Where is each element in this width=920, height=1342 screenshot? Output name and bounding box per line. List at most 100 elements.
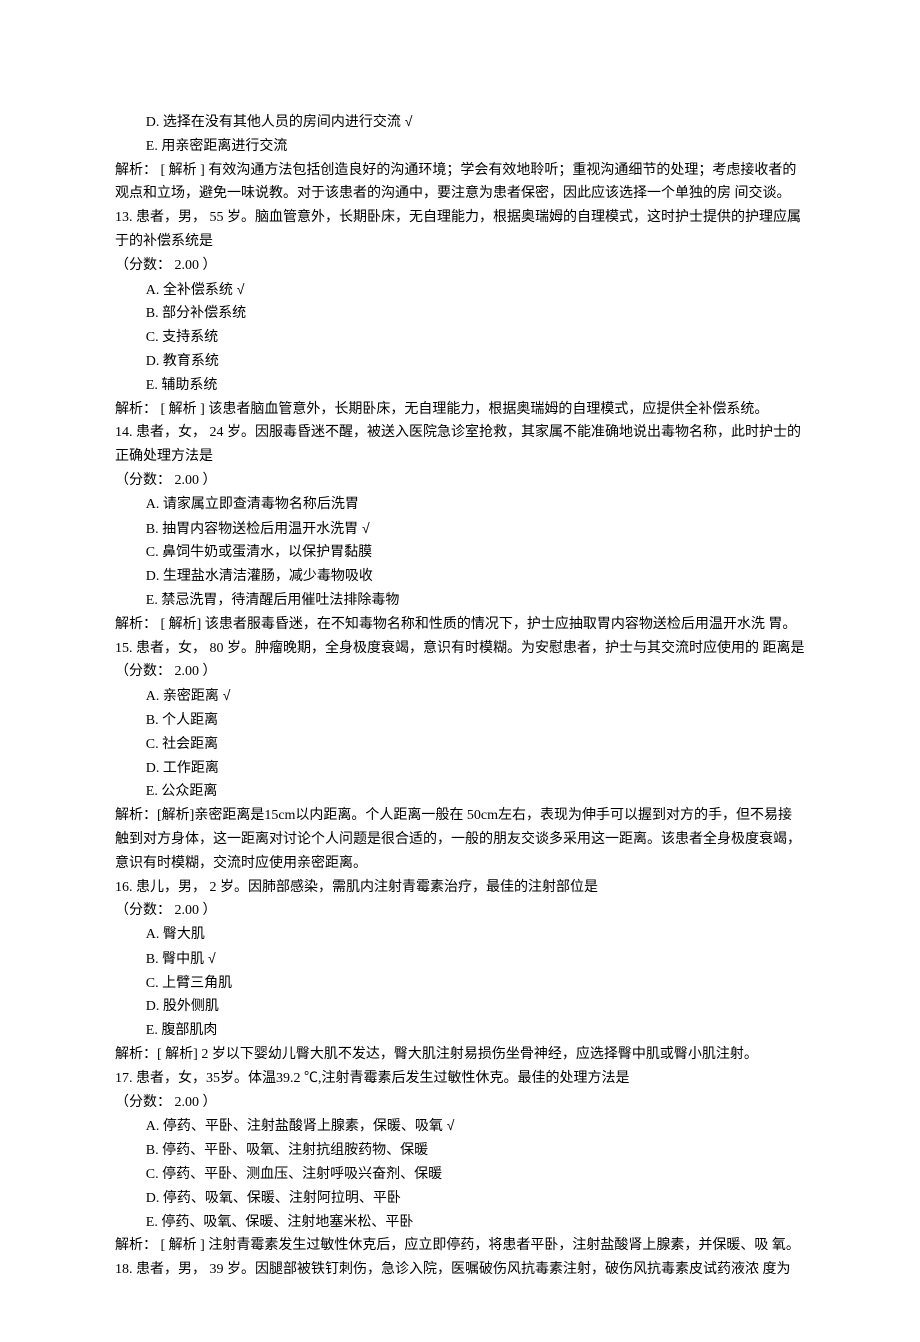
explanation: 解析： [ 解析] 该患者服毒昏迷，在不知毒物名称和性质的情况下，护士应抽取胃内…	[115, 613, 805, 637]
option-label: D.	[146, 569, 163, 584]
option-text: 部分补偿系统	[162, 306, 246, 321]
answer-option: B. 臀中肌 √	[115, 947, 805, 972]
option-text: 股外侧肌	[163, 999, 219, 1014]
question-score: （分数： 2.00 ）	[115, 899, 805, 923]
answer-option: D. 选择在没有其他人员的房间内进行交流 √	[115, 110, 805, 135]
option-label: D.	[146, 999, 163, 1014]
option-text: 社会距离	[162, 737, 218, 752]
option-label: C.	[146, 976, 162, 991]
option-label: D.	[146, 354, 163, 369]
answer-option: A. 全补偿系统 √	[115, 278, 805, 303]
option-text: 选择在没有其他人员的房间内进行交流	[163, 115, 401, 130]
option-list: D. 选择在没有其他人员的房间内进行交流 √E. 用亲密距离进行交流	[115, 110, 805, 159]
option-label: B.	[146, 952, 162, 967]
option-label: E.	[146, 378, 162, 393]
answer-option: C. 鼻饲牛奶或蛋清水，以保护胃黏膜	[115, 541, 805, 565]
option-label: A.	[146, 497, 163, 512]
answer-option: B. 抽胃内容物送检后用温开水洗胃 √	[115, 517, 805, 542]
option-text: 停药、平卧、注射盐酸肾上腺素，保暖、吸氧	[163, 1119, 443, 1134]
question-score: （分数： 2.00 ）	[115, 254, 805, 278]
option-text: 支持系统	[162, 330, 218, 345]
option-label: A.	[146, 927, 163, 942]
option-list: A. 停药、平卧、注射盐酸肾上腺素，保暖、吸氧 √B. 停药、平卧、吸氧、注射抗…	[115, 1114, 805, 1234]
option-label: D.	[146, 1191, 163, 1206]
option-label: B.	[146, 306, 162, 321]
option-label: B.	[146, 1143, 162, 1158]
check-mark-icon: √	[401, 113, 413, 129]
option-text: 教育系统	[163, 354, 219, 369]
option-label: B.	[146, 713, 162, 728]
option-text: 臀中肌	[162, 952, 204, 967]
answer-option: D. 教育系统	[115, 350, 805, 374]
answer-option: E. 用亲密距离进行交流	[115, 135, 805, 159]
option-list: A. 亲密距离 √B. 个人距离C. 社会距离D. 工作距离E. 公众距离	[115, 684, 805, 804]
answer-option: E. 禁忌洗胃，待清醒后用催吐法排除毒物	[115, 589, 805, 613]
explanation: 解析：[解析]亲密距离是15cm以内距离。个人距离一般在 50cm左右，表现为伸…	[115, 804, 805, 875]
option-label: A.	[146, 689, 163, 704]
question-score: （分数： 2.00 ）	[115, 469, 805, 493]
option-text: 鼻饲牛奶或蛋清水，以保护胃黏膜	[162, 545, 372, 560]
answer-option: B. 部分补偿系统	[115, 302, 805, 326]
question-stem: 14. 患者，女， 24 岁。因服毒昏迷不醒，被送入医院急诊室抢救，其家属不能准…	[115, 421, 805, 469]
option-label: D.	[146, 761, 163, 776]
option-label: A.	[146, 283, 163, 298]
option-text: 亲密距离	[163, 689, 219, 704]
option-text: 生理盐水清洁灌肠，减少毒物吸收	[163, 569, 373, 584]
explanation: 解析： [ 解析 ] 有效沟通方法包括创造良好的沟通环境；学会有效地聆听；重视沟…	[115, 159, 805, 207]
answer-option: A. 亲密距离 √	[115, 684, 805, 709]
option-text: 辅助系统	[161, 378, 217, 393]
option-text: 工作距离	[163, 761, 219, 776]
option-label: C.	[146, 1167, 162, 1182]
option-text: 上臂三角肌	[162, 976, 232, 991]
option-text: 禁忌洗胃，待清醒后用催吐法排除毒物	[161, 593, 399, 608]
answer-option: C. 停药、平卧、测血压、注射呼吸兴奋剂、保暖	[115, 1163, 805, 1187]
option-list: A. 全补偿系统 √B. 部分补偿系统C. 支持系统D. 教育系统E. 辅助系统	[115, 278, 805, 398]
answer-option: A. 臀大肌	[115, 923, 805, 947]
option-text: 用亲密距离进行交流	[161, 139, 287, 154]
answer-option: B. 停药、平卧、吸氧、注射抗组胺药物、保暖	[115, 1139, 805, 1163]
explanation: 解析：[ 解析] 2 岁以下婴幼儿臀大肌不发达，臀大肌注射易损伤坐骨神经，应选择…	[115, 1043, 805, 1067]
question-list: 13. 患者，男， 55 岁。脑血管意外，长期卧床，无自理能力，根据奥瑞姆的自理…	[115, 206, 805, 1282]
option-label: E.	[146, 1215, 162, 1230]
question-score: （分数： 2.00 ）	[115, 660, 805, 684]
question: 15. 患者，女， 80 岁。肿瘤晚期，全身极度衰竭，意识有时模糊。为安慰患者，…	[115, 637, 805, 876]
option-label: C.	[146, 737, 162, 752]
answer-option: C. 支持系统	[115, 326, 805, 350]
answer-option: C. 社会距离	[115, 733, 805, 757]
option-text: 腹部肌肉	[161, 1023, 217, 1038]
question-stem: 13. 患者，男， 55 岁。脑血管意外，长期卧床，无自理能力，根据奥瑞姆的自理…	[115, 206, 805, 254]
option-text: 停药、平卧、测血压、注射呼吸兴奋剂、保暖	[162, 1167, 442, 1182]
question: 13. 患者，男， 55 岁。脑血管意外，长期卧床，无自理能力，根据奥瑞姆的自理…	[115, 206, 805, 421]
option-text: 个人距离	[162, 713, 218, 728]
option-label: E.	[146, 593, 162, 608]
option-text: 请家属立即查清毒物名称后洗胃	[163, 497, 359, 512]
option-text: 抽胃内容物送检后用温开水洗胃	[162, 522, 358, 537]
answer-option: C. 上臂三角肌	[115, 972, 805, 996]
answer-option: B. 个人距离	[115, 709, 805, 733]
answer-option: D. 停药、吸氧、保暖、注射阿拉明、平卧	[115, 1187, 805, 1211]
answer-option: E. 停药、吸氧、保暖、注射地塞米松、平卧	[115, 1211, 805, 1235]
option-label: E.	[146, 1023, 162, 1038]
question: 14. 患者，女， 24 岁。因服毒昏迷不醒，被送入医院急诊室抢救，其家属不能准…	[115, 421, 805, 636]
answer-option: D. 生理盐水清洁灌肠，减少毒物吸收	[115, 565, 805, 589]
answer-option: A. 停药、平卧、注射盐酸肾上腺素，保暖、吸氧 √	[115, 1114, 805, 1139]
option-text: 停药、吸氧、保暖、注射地塞米松、平卧	[161, 1215, 413, 1230]
check-mark-icon: √	[233, 281, 245, 297]
question: 16. 患儿，男， 2 岁。因肺部感染，需肌内注射青霉素治疗，最佳的注射部位是（…	[115, 876, 805, 1067]
question-stem: 16. 患儿，男， 2 岁。因肺部感染，需肌内注射青霉素治疗，最佳的注射部位是	[115, 876, 805, 900]
answer-option: E. 辅助系统	[115, 374, 805, 398]
option-text: 全补偿系统	[163, 283, 233, 298]
option-text: 停药、吸氧、保暖、注射阿拉明、平卧	[163, 1191, 401, 1206]
option-text: 停药、平卧、吸氧、注射抗组胺药物、保暖	[162, 1143, 428, 1158]
answer-option: D. 股外侧肌	[115, 995, 805, 1019]
explanation: 解析： [ 解析 ] 注射青霉素发生过敏性休克后，应立即停药，将患者平卧，注射盐…	[115, 1234, 805, 1258]
option-label: B.	[146, 522, 162, 537]
answer-option: E. 腹部肌肉	[115, 1019, 805, 1043]
option-label: A.	[146, 1119, 163, 1134]
question-score: （分数： 2.00 ）	[115, 1091, 805, 1115]
check-mark-icon: √	[219, 687, 231, 703]
check-mark-icon: √	[358, 520, 370, 536]
option-text: 公众距离	[161, 784, 217, 799]
question-stem: 17. 患者，女，35岁。体温39.2 ℃,注射青霉素后发生过敏性休克。最佳的处…	[115, 1067, 805, 1091]
answer-option: E. 公众距离	[115, 780, 805, 804]
